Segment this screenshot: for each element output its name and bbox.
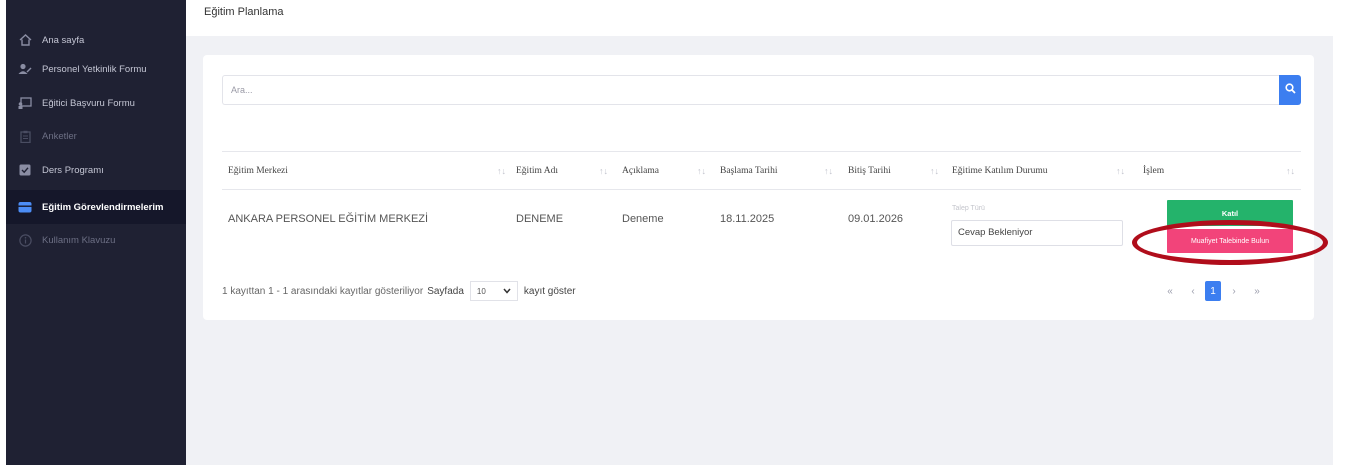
sidebar-item-label: Eğitim Görevlendirmelerim (42, 201, 164, 213)
column-header-egitim-merkezi[interactable]: Eğitim Merkezi (228, 152, 288, 190)
per-page-prefix: Sayfada (427, 285, 464, 297)
column-header-bitis-tarihi[interactable]: Bitiş Tarihi (848, 152, 891, 190)
search-input[interactable] (222, 75, 1279, 105)
sort-icon[interactable]: ↑↓ (599, 166, 608, 176)
sidebar-item-egitici-basvuru-formu[interactable]: Eğitici Başvuru Formu (6, 86, 186, 120)
sidebar-item-label: Anketler (42, 130, 77, 142)
sidebar-item-egitim-gorevlendirmelerim[interactable]: Eğitim Görevlendirmelerim (6, 190, 186, 224)
clipboard-icon (18, 129, 32, 143)
home-icon (18, 33, 32, 47)
highlight-annotation (1132, 220, 1328, 265)
search-button[interactable] (1279, 75, 1301, 105)
records-summary: 1 kayıttan 1 - 1 arasındaki kayıtlar gös… (222, 285, 424, 297)
cell-egitim-merkezi: ANKARA PERSONEL EĞİTİM MERKEZİ (228, 213, 429, 225)
sort-icon[interactable]: ↑↓ (824, 166, 833, 176)
table-info: 1 kayıttan 1 - 1 arasındaki kayıtlar gös… (222, 281, 576, 301)
content-card: Eğitim Merkezi ↑↓ Eğitim Adı ↑↓ Açıklama… (203, 55, 1328, 320)
sidebar-item-ders-programi[interactable]: Ders Programı (6, 153, 186, 187)
page-title: Eğitim Planlama (204, 6, 284, 18)
chevron-down-icon (503, 287, 511, 296)
calendar-icon (18, 200, 32, 214)
cell-bitis-tarihi: 09.01.2026 (848, 213, 904, 225)
sort-icon[interactable]: ↑↓ (930, 166, 939, 176)
column-header-katilim-durumu[interactable]: Eğitime Katılım Durumu (952, 152, 1048, 190)
sidebar-item-label: Eğitici Başvuru Formu (42, 97, 135, 109)
checkbox-icon (18, 163, 32, 177)
per-page-suffix: kayıt göster (523, 285, 576, 297)
pagination-last[interactable]: » (1250, 281, 1264, 301)
sidebar-item-label: Ders Programı (42, 164, 104, 176)
sidebar-item-label: Personel Yetkinlik Formu (42, 63, 147, 75)
top-bar: Eğitim Planlama (186, 0, 1333, 36)
sidebar-item-label: Ana sayfa (42, 34, 85, 46)
search-icon (1284, 81, 1296, 99)
user-edit-icon (18, 62, 32, 76)
cell-egitim-adi: DENEME (516, 213, 564, 225)
presentation-icon (18, 96, 32, 110)
info-icon (18, 233, 32, 247)
per-page-select[interactable]: 10 (469, 281, 518, 301)
per-page-value: 10 (476, 286, 486, 296)
pagination-prev[interactable]: ‹ (1187, 281, 1199, 301)
column-header-islem[interactable]: İşlem (1143, 152, 1164, 190)
cell-aciklama: Deneme (622, 213, 664, 225)
column-header-baslama-tarihi[interactable]: Başlama Tarihi (720, 152, 777, 190)
sidebar-item-personel-yetkinlik-formu[interactable]: Personel Yetkinlik Formu (6, 52, 186, 86)
sidebar: Ana sayfa Personel Yetkinlik Formu Eğiti… (6, 0, 186, 465)
sidebar-item-kullanim-klavuzu[interactable]: Kullanım Klavuzu (6, 223, 186, 257)
table-header-border (222, 189, 1301, 190)
window-edge (1333, 0, 1355, 465)
sidebar-item-anketler[interactable]: Anketler (6, 119, 186, 153)
main-content: Eğitim Planlama Eğitim Merkezi ↑↓ Eğitim… (186, 0, 1333, 465)
column-header-egitim-adi[interactable]: Eğitim Adı (516, 152, 558, 190)
sort-icon[interactable]: ↑↓ (697, 166, 706, 176)
pagination-page-1[interactable]: 1 (1205, 281, 1221, 301)
pagination-first[interactable]: « (1163, 281, 1177, 301)
sort-icon[interactable]: ↑↓ (1286, 166, 1295, 176)
pagination-next[interactable]: › (1228, 281, 1240, 301)
column-header-aciklama[interactable]: Açıklama (622, 152, 659, 190)
status-select[interactable]: Cevap Bekleniyor (951, 220, 1123, 246)
cell-baslama-tarihi: 18.11.2025 (720, 213, 775, 225)
sort-icon[interactable]: ↑↓ (497, 166, 506, 176)
status-field-label: Talep Türü (952, 205, 985, 212)
sidebar-item-label: Kullanım Klavuzu (42, 234, 116, 246)
sort-icon[interactable]: ↑↓ (1116, 166, 1125, 176)
